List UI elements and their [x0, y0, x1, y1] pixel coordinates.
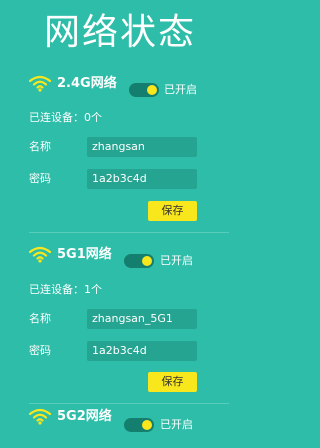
- toggle-label: 已开启: [164, 83, 197, 96]
- password-field[interactable]: 1a2b3c4d: [87, 341, 197, 361]
- wifi-icon: [29, 408, 51, 425]
- password-label: 密码: [29, 172, 51, 185]
- ssid-field[interactable]: zhangsan: [87, 137, 197, 157]
- save-button[interactable]: 保存: [148, 201, 197, 221]
- network-header: 5G1网络 已开启: [0, 245, 240, 268]
- network-toggle[interactable]: [124, 418, 154, 432]
- password-field[interactable]: 1a2b3c4d: [87, 169, 197, 189]
- ssid-label: 名称: [29, 140, 51, 153]
- toggle-label: 已开启: [160, 418, 193, 431]
- section-divider: [29, 232, 229, 233]
- wifi-icon: [29, 75, 51, 92]
- toggle-knob: [142, 420, 152, 430]
- toggle-label: 已开启: [160, 254, 193, 267]
- ssid-label: 名称: [29, 312, 51, 325]
- network-section-5g1: 5G1网络 已开启 已连设备：1个 名称 zhangsan_5G1 密码 1a2…: [0, 245, 240, 405]
- section-divider: [29, 403, 229, 404]
- network-name: 5G2网络: [57, 409, 112, 424]
- network-toggle[interactable]: [129, 83, 159, 97]
- network-name: 2.4G网络: [57, 76, 117, 91]
- toggle-knob: [147, 85, 157, 95]
- network-toggle[interactable]: [124, 254, 154, 268]
- network-name: 5G1网络: [57, 247, 112, 262]
- network-header: 5G2网络 已开启: [0, 407, 240, 432]
- connected-devices: 已连设备：1个: [29, 283, 102, 296]
- save-button[interactable]: 保存: [148, 372, 197, 392]
- network-section-2g: 2.4G网络 已开启 已连设备：0个 名称 zhangsan 密码 1a2b3c…: [0, 74, 240, 234]
- page-title: 网络状态: [43, 12, 196, 53]
- ssid-field[interactable]: zhangsan_5G1: [87, 309, 197, 329]
- wifi-icon: [29, 246, 51, 263]
- network-header: 2.4G网络 已开启: [0, 74, 240, 97]
- connected-devices: 已连设备：0个: [29, 111, 102, 124]
- password-label: 密码: [29, 344, 51, 357]
- toggle-knob: [142, 256, 152, 266]
- network-section-5g2: 5G2网络 已开启: [0, 407, 240, 448]
